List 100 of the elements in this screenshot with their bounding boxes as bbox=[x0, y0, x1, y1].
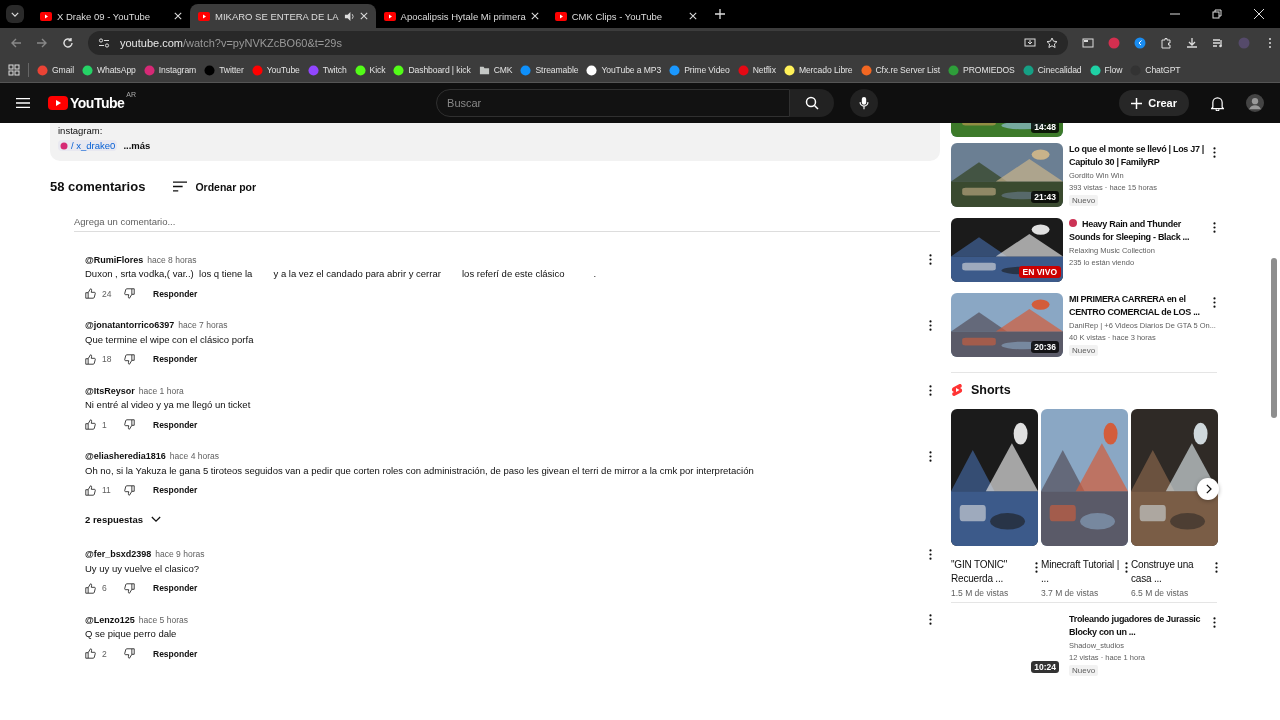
browser-tab[interactable]: Apocalipsis Hytale Mi primera bbox=[375, 4, 547, 28]
like-icon[interactable] bbox=[85, 648, 96, 659]
bookmark-link[interactable]: Mercado Libre bbox=[783, 64, 853, 76]
bookmark-link[interactable]: Cinecalidad bbox=[1022, 64, 1082, 76]
apps-icon[interactable] bbox=[8, 64, 20, 76]
like-icon[interactable] bbox=[85, 484, 96, 496]
more-icon[interactable] bbox=[1035, 562, 1038, 573]
browser-tab[interactable]: X Drake 09 - YouTube bbox=[32, 4, 190, 28]
comment-time[interactable]: hace 4 horas bbox=[169, 451, 219, 461]
logo-text[interactable]: YouTube bbox=[70, 95, 125, 111]
speaker-icon[interactable] bbox=[343, 10, 355, 22]
comment-author[interactable]: @ItsReysor bbox=[85, 385, 135, 396]
reply-button[interactable]: Responder bbox=[153, 354, 198, 364]
bookmark-link[interactable]: Twitter bbox=[204, 64, 244, 76]
more-icon[interactable] bbox=[1125, 562, 1128, 573]
close-icon[interactable] bbox=[688, 12, 697, 20]
comment-author[interactable]: @jonatantorrico6397 bbox=[85, 320, 175, 330]
bookmark-link[interactable]: ChatGPT bbox=[1130, 64, 1181, 76]
star-icon[interactable] bbox=[1046, 37, 1058, 49]
shazam-icon[interactable] bbox=[1134, 37, 1146, 49]
download-icon[interactable] bbox=[1186, 37, 1198, 49]
reply-button[interactable]: Responder bbox=[153, 648, 198, 659]
comment-time[interactable]: hace 9 horas bbox=[155, 549, 205, 559]
more-icon[interactable] bbox=[929, 254, 932, 265]
new-tab-icon[interactable] bbox=[714, 9, 725, 19]
close-icon[interactable] bbox=[174, 12, 182, 20]
comment-author[interactable]: @fer_bsxd2398 bbox=[85, 549, 152, 559]
like-icon[interactable] bbox=[85, 288, 96, 299]
bookmark-link[interactable]: Gmail bbox=[37, 64, 74, 76]
bookmark-link[interactable]: Twitch bbox=[307, 64, 347, 76]
bookmark-link[interactable]: Instagram bbox=[143, 64, 197, 76]
close-icon[interactable] bbox=[359, 12, 368, 20]
forward-icon[interactable] bbox=[36, 37, 48, 49]
dislike-icon[interactable] bbox=[124, 288, 135, 299]
comment-author[interactable]: @eliasheredia1816 bbox=[85, 451, 166, 461]
dislike-icon[interactable] bbox=[124, 484, 135, 496]
more-icon[interactable] bbox=[1213, 147, 1216, 158]
browser-tab[interactable]: CMK Clips - YouTube bbox=[546, 4, 705, 28]
dislike-icon[interactable] bbox=[124, 419, 135, 430]
dislike-icon[interactable] bbox=[124, 648, 135, 659]
handle-link[interactable]: / x_drake0 bbox=[58, 140, 118, 151]
bookmark-link[interactable]: PROMIEDOS bbox=[948, 64, 1015, 76]
replies-toggle[interactable]: 2 respuestas bbox=[85, 513, 162, 525]
more-icon[interactable] bbox=[929, 385, 932, 396]
comment-author[interactable]: @Lenzo125 bbox=[85, 614, 135, 625]
create-button[interactable]: Crear bbox=[1119, 90, 1189, 116]
sort-icon[interactable] bbox=[173, 181, 188, 192]
bookmark-link[interactable]: Flow bbox=[1089, 64, 1123, 76]
chevron-right-icon[interactable] bbox=[1204, 484, 1212, 494]
video-title[interactable]: Lo que el monte se llevó | Los J7 | Capitulo 30 | FamilyRP bbox=[1069, 143, 1207, 169]
like-icon[interactable] bbox=[85, 353, 96, 365]
like-icon[interactable] bbox=[85, 582, 96, 594]
more-icon[interactable] bbox=[929, 614, 932, 625]
bookmark-link[interactable]: CMK bbox=[478, 64, 513, 76]
reply-button[interactable]: Responder bbox=[153, 288, 198, 299]
comment-time[interactable]: hace 7 horas bbox=[178, 320, 228, 330]
bookmark-link[interactable]: YouTube a MP3 bbox=[586, 64, 662, 76]
video-title[interactable]: Troleando jugadores de Jurassic Blocky con un ... bbox=[1069, 613, 1207, 639]
bookmark-link[interactable]: Kick bbox=[354, 64, 386, 76]
youtube-logo-icon[interactable] bbox=[48, 96, 68, 110]
search-icon[interactable] bbox=[805, 96, 820, 110]
reply-button[interactable]: Responder bbox=[153, 419, 198, 430]
extensions-icon[interactable] bbox=[1160, 37, 1172, 49]
microphone-icon[interactable] bbox=[857, 96, 872, 110]
browser-tab[interactable]: MIKARO SE ENTERA DE LA bbox=[190, 4, 376, 28]
like-icon[interactable] bbox=[85, 419, 96, 430]
comment-time[interactable]: hace 8 horas bbox=[147, 254, 197, 265]
back-icon[interactable] bbox=[10, 37, 22, 49]
comment-time[interactable]: hace 5 horas bbox=[138, 614, 188, 625]
notifications-icon[interactable] bbox=[1211, 95, 1224, 111]
more-icon[interactable] bbox=[1213, 617, 1216, 628]
more-icon[interactable] bbox=[929, 548, 932, 560]
video-title[interactable]: MI PRIMERA CARRERA en el CENTRO COMERCIAL de LOS ... bbox=[1069, 293, 1207, 319]
more-icon[interactable] bbox=[929, 319, 932, 331]
site-settings-icon[interactable] bbox=[98, 37, 110, 49]
reload-icon[interactable] bbox=[62, 37, 74, 49]
more-icon[interactable] bbox=[1215, 562, 1218, 573]
install-icon[interactable] bbox=[1024, 37, 1036, 49]
reply-button[interactable]: Responder bbox=[153, 583, 198, 593]
short-title[interactable]: "GIN TONIC" Recuerda ... bbox=[951, 558, 1033, 586]
microphone-button[interactable] bbox=[850, 89, 879, 117]
dislike-icon[interactable] bbox=[124, 353, 135, 365]
bookmark-link[interactable]: Netflix bbox=[737, 64, 776, 76]
bookmark-link[interactable]: YouTube bbox=[251, 64, 300, 76]
close-icon[interactable] bbox=[1254, 9, 1264, 19]
bookmark-link[interactable]: Cfx.re Server List bbox=[860, 64, 941, 76]
search-button[interactable] bbox=[790, 89, 835, 117]
comment-time[interactable]: hace 1 hora bbox=[138, 385, 184, 396]
close-icon[interactable] bbox=[530, 12, 539, 20]
menu-icon[interactable] bbox=[16, 97, 30, 109]
more-icon[interactable] bbox=[1213, 222, 1216, 233]
short-title[interactable]: Minecraft Tutorial | ... bbox=[1041, 558, 1123, 586]
media-icon[interactable] bbox=[1212, 37, 1224, 49]
sort-button[interactable]: Ordenar por bbox=[173, 180, 257, 193]
dislike-icon[interactable] bbox=[124, 582, 135, 594]
restore-icon[interactable] bbox=[1212, 9, 1222, 19]
more-icon[interactable] bbox=[1213, 297, 1216, 308]
more-icon[interactable] bbox=[929, 450, 932, 462]
video-title[interactable]: Heavy Rain and Thunder Sounds for Sleeping - Black ... bbox=[1069, 218, 1207, 244]
short-title[interactable]: Construye una casa ... bbox=[1131, 558, 1213, 586]
